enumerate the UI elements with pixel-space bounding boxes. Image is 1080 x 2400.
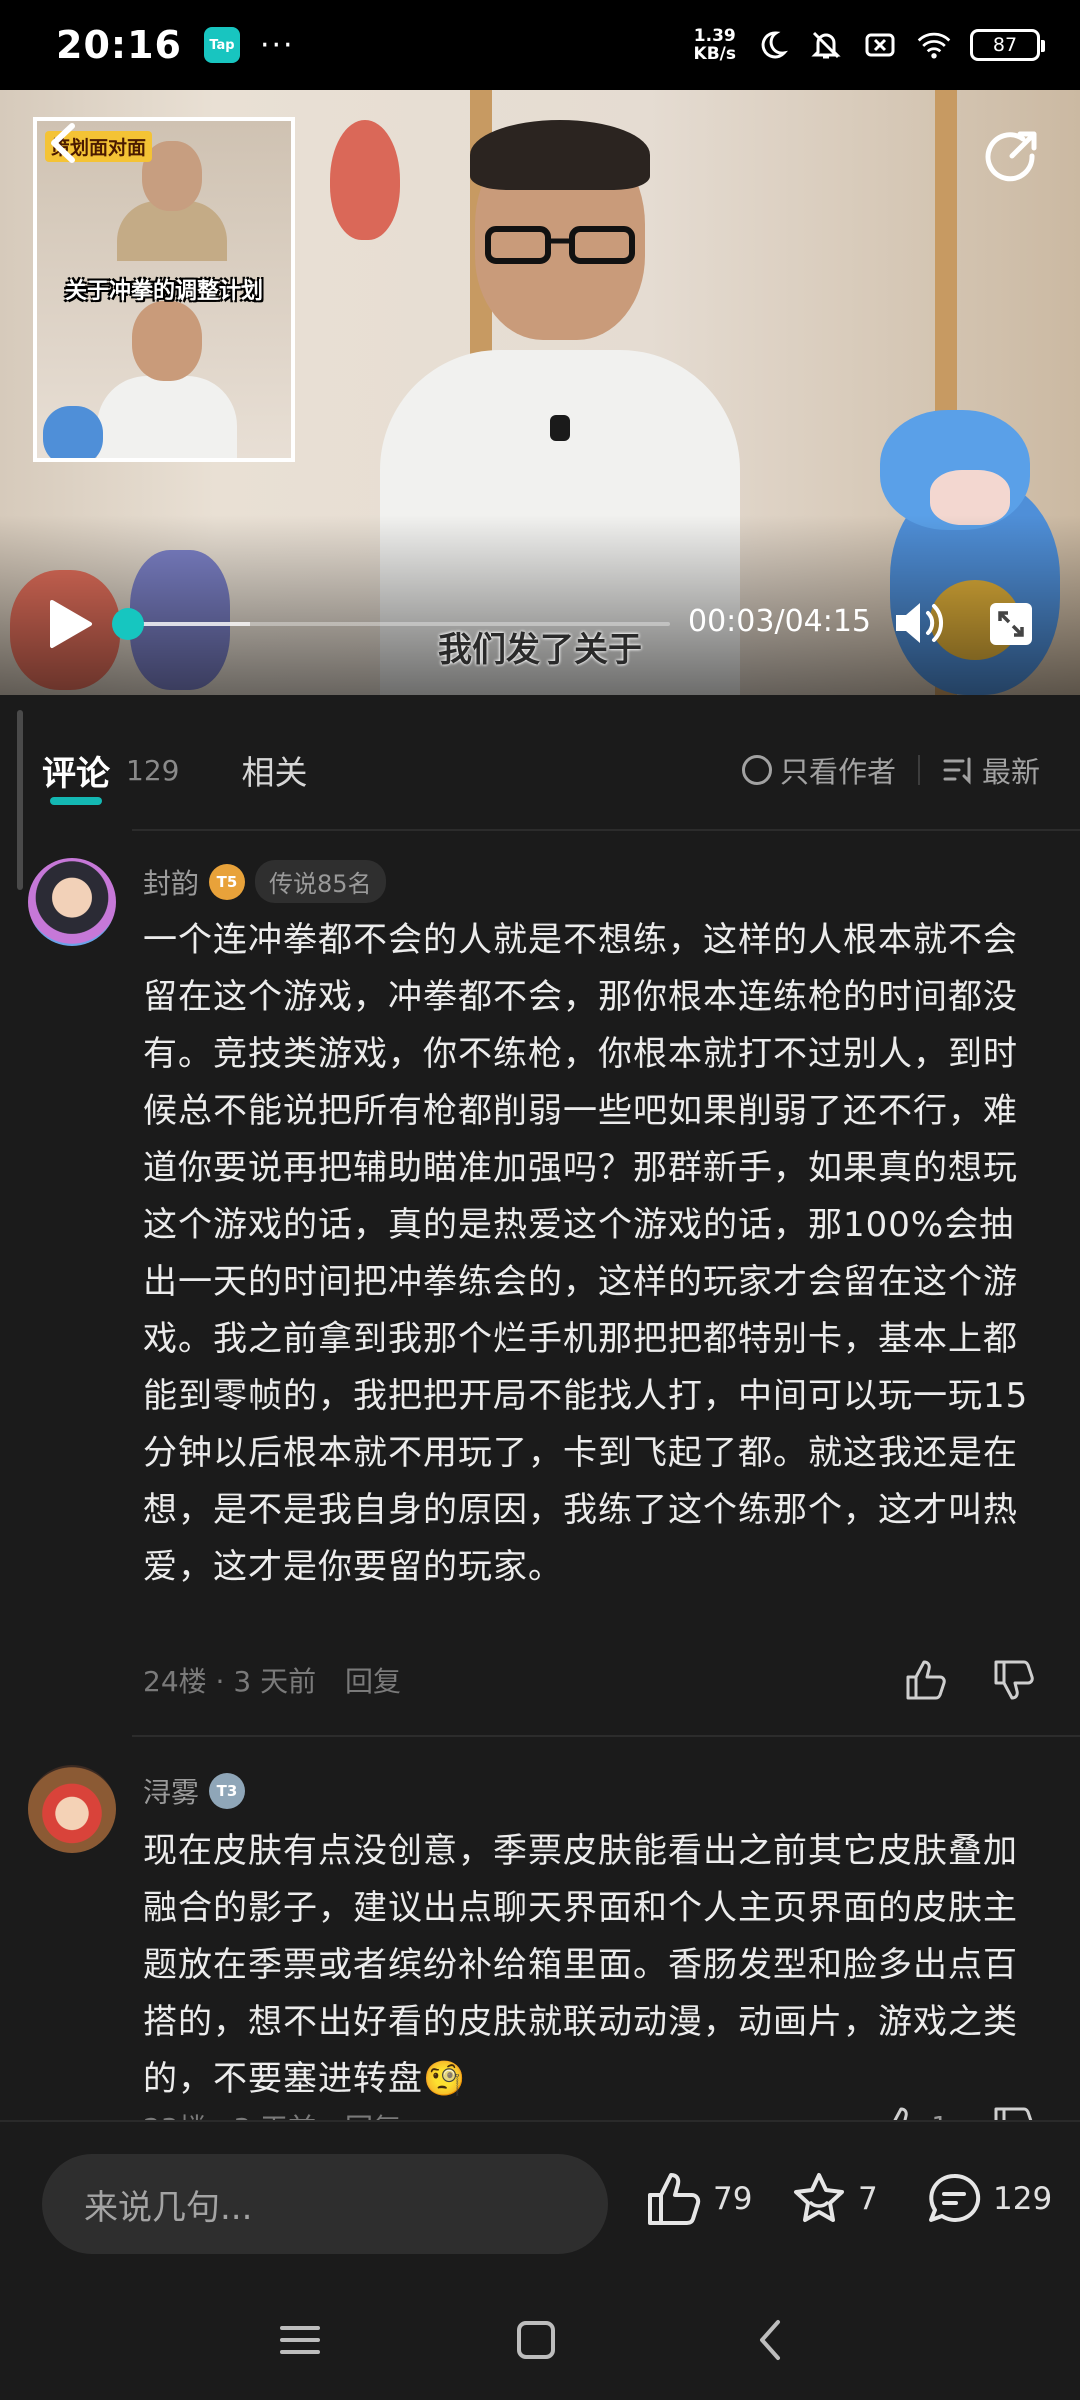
tab-related[interactable]: 相关 <box>241 746 307 794</box>
comment-floor: 23楼 <box>143 2112 207 2120</box>
moon-icon <box>754 27 790 63</box>
thumbs-up-icon[interactable] <box>881 2105 925 2120</box>
sort-icon <box>943 757 971 785</box>
bell-off-icon <box>808 27 844 63</box>
comment-meta: 24楼 · 3 天前 回复 <box>143 1660 401 1700</box>
comment-total: 129 <box>993 2181 1053 2217</box>
comment-actions: 1 <box>881 2105 1036 2120</box>
like-count: 1 <box>931 2112 948 2120</box>
divider <box>917 755 920 785</box>
thumbs-down-icon[interactable] <box>992 2105 1036 2120</box>
meta-separator: · <box>216 2112 225 2120</box>
favorite-button[interactable]: 7 <box>790 2170 878 2228</box>
battery-level: 87 <box>992 34 1018 56</box>
author-name[interactable]: 浔雾 <box>143 1771 199 1811</box>
more-notifications-icon: ··· <box>259 27 295 63</box>
rank-badge: 传说85名 <box>255 860 386 903</box>
network-speed: 1.39 KB/s <box>694 27 736 63</box>
reply-button[interactable]: 回复 <box>345 2112 401 2120</box>
network-speed-value: 1.39 <box>693 26 736 46</box>
reply-button[interactable]: 回复 <box>345 1665 401 1698</box>
wifi-icon <box>916 27 952 63</box>
video-cover-thumbnail: 策划面对面 关于冲拳的调整计划 <box>33 117 295 462</box>
taptap-app-icon: Tap <box>203 27 240 63</box>
divider <box>132 829 1080 831</box>
back-icon[interactable] <box>742 2310 802 2370</box>
author-only-label: 只看作者 <box>779 755 896 789</box>
sim-off-icon <box>862 27 898 63</box>
fullscreen-icon[interactable] <box>988 601 1034 647</box>
thumbs-down-icon[interactable] <box>992 1658 1036 1702</box>
comment-input-placeholder: 来说几句... <box>84 2187 253 2228</box>
share-icon[interactable] <box>982 126 1042 186</box>
avatar[interactable] <box>28 858 116 946</box>
home-icon[interactable] <box>506 2310 566 2370</box>
sort-latest-label: 最新 <box>981 755 1040 789</box>
back-arrow-icon[interactable] <box>42 120 88 166</box>
video-progress-track[interactable] <box>130 622 670 626</box>
play-icon[interactable] <box>46 598 94 650</box>
volume-icon[interactable] <box>892 598 946 648</box>
comment-time: 3 天前 <box>233 2112 316 2120</box>
comment-time: 3 天前 <box>233 1665 317 1698</box>
tab-comments[interactable]: 评论 <box>42 746 110 805</box>
status-bar: 20:16 Tap ··· 1.39 KB/s 87 <box>0 0 1080 90</box>
radio-circle-icon <box>741 755 772 785</box>
favorite-total: 7 <box>858 2181 878 2217</box>
level-badge-icon: T3 <box>209 1773 246 1809</box>
comment-author: 封韵 T5 传说85名 <box>143 860 386 903</box>
network-speed-unit: KB/s <box>693 44 736 64</box>
comment-text: 一个连冲拳都不会的人就是不想练，这样的人根本就不会留在这个游戏，冲拳都不会，那你… <box>143 920 1029 1587</box>
sort-latest-button[interactable]: 最新 <box>942 749 1040 791</box>
comment-author: 浔雾 T3 <box>143 1771 246 1811</box>
system-nav-bar <box>0 2280 1080 2400</box>
comment-input[interactable]: 来说几句... <box>42 2154 608 2254</box>
comment-meta: 23楼 · 3 天前 回复 <box>143 2107 401 2120</box>
comment-bubble-icon <box>929 2173 981 2222</box>
comment-actions <box>904 1658 1036 1702</box>
video-player[interactable]: 策划面对面 关于冲拳的调整计划 我们发了关于 00:03/04:15 <box>0 90 1080 695</box>
meta-separator: · <box>215 1665 225 1698</box>
like-button[interactable]: 79 <box>645 2170 752 2228</box>
star-icon <box>794 2173 844 2222</box>
thumbs-up-icon <box>648 2173 701 2225</box>
battery-icon: 87 <box>970 29 1045 61</box>
comment-tabs: 评论 129 相关 只看作者 最新 <box>0 710 1080 830</box>
author-name[interactable]: 封韵 <box>143 862 199 902</box>
comment-button[interactable]: 129 <box>925 2170 1052 2228</box>
bottom-action-bar: 来说几句... 79 7 129 <box>0 2120 1080 2280</box>
like-total: 79 <box>713 2181 753 2217</box>
menu-icon[interactable] <box>270 2310 330 2370</box>
author-only-toggle[interactable]: 只看作者 <box>741 749 896 791</box>
avatar[interactable] <box>28 1765 116 1853</box>
comment-floor: 24楼 <box>143 1665 207 1698</box>
status-time: 20:16 <box>56 23 182 67</box>
video-progress-thumb[interactable] <box>112 608 144 640</box>
thumbnail-title: 关于冲拳的调整计划 <box>64 279 263 304</box>
comment-text: 现在皮肤有点没创意，季票皮肤能看出之前其它皮肤叠加融合的影子，建议出点聊天界面和… <box>143 1831 1018 2099</box>
comments-count: 129 <box>126 753 180 787</box>
video-time: 00:03/04:15 <box>688 604 872 639</box>
level-badge-icon: T5 <box>209 863 246 900</box>
divider <box>132 1735 1080 1737</box>
comment-item: 浔雾 T3 现在皮肤有点没创意，季票皮肤能看出之前其它皮肤叠加融合的影子，建议出… <box>0 1765 1080 2120</box>
thumbs-up-icon[interactable] <box>904 1658 948 1702</box>
